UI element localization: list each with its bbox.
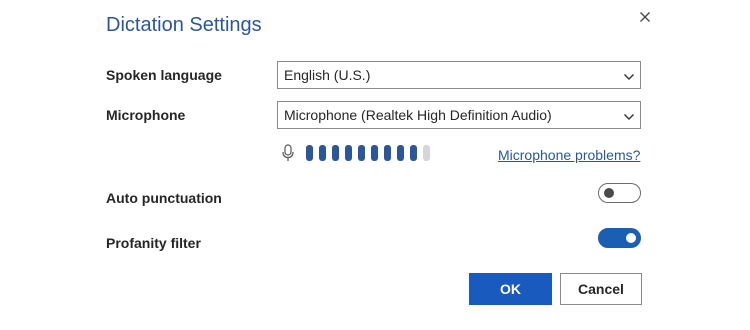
- microphone-select[interactable]: Microphone (Realtek High Definition Audi…: [277, 101, 641, 129]
- chevron-down-icon: [623, 110, 635, 122]
- spoken-language-value: English (U.S.): [284, 67, 371, 83]
- ok-button[interactable]: OK: [469, 273, 552, 305]
- microphone-label: Microphone: [106, 107, 186, 123]
- toggle-knob: [604, 188, 614, 198]
- auto-punctuation-label: Auto punctuation: [106, 190, 222, 206]
- cancel-button[interactable]: Cancel: [560, 273, 642, 305]
- mic-level-segment: [384, 145, 391, 161]
- dialog-title: Dictation Settings: [106, 14, 262, 36]
- profanity-filter-toggle[interactable]: [598, 228, 641, 248]
- mic-level-segment: [306, 145, 313, 161]
- microphone-value: Microphone (Realtek High Definition Audi…: [284, 107, 552, 123]
- toggle-knob: [626, 233, 636, 243]
- spoken-language-label: Spoken language: [106, 67, 222, 83]
- microphone-icon: [282, 144, 294, 162]
- mic-level-segment: [371, 145, 378, 161]
- profanity-filter-label: Profanity filter: [106, 235, 201, 251]
- close-icon[interactable]: [636, 8, 654, 26]
- dictation-settings-dialog: Dictation Settings Spoken language Engli…: [0, 0, 750, 330]
- mic-level-segment: [319, 145, 326, 161]
- mic-level-segment: [423, 145, 430, 161]
- mic-level-segment: [332, 145, 339, 161]
- microphone-problems-link[interactable]: Microphone problems?: [498, 147, 640, 163]
- mic-level-meter: [306, 145, 430, 161]
- mic-level-segment: [358, 145, 365, 161]
- mic-level-segment: [410, 145, 417, 161]
- spoken-language-select[interactable]: English (U.S.): [277, 61, 641, 89]
- mic-level-segment: [345, 145, 352, 161]
- chevron-down-icon: [623, 70, 635, 82]
- auto-punctuation-toggle[interactable]: [598, 183, 641, 203]
- mic-level-segment: [397, 145, 404, 161]
